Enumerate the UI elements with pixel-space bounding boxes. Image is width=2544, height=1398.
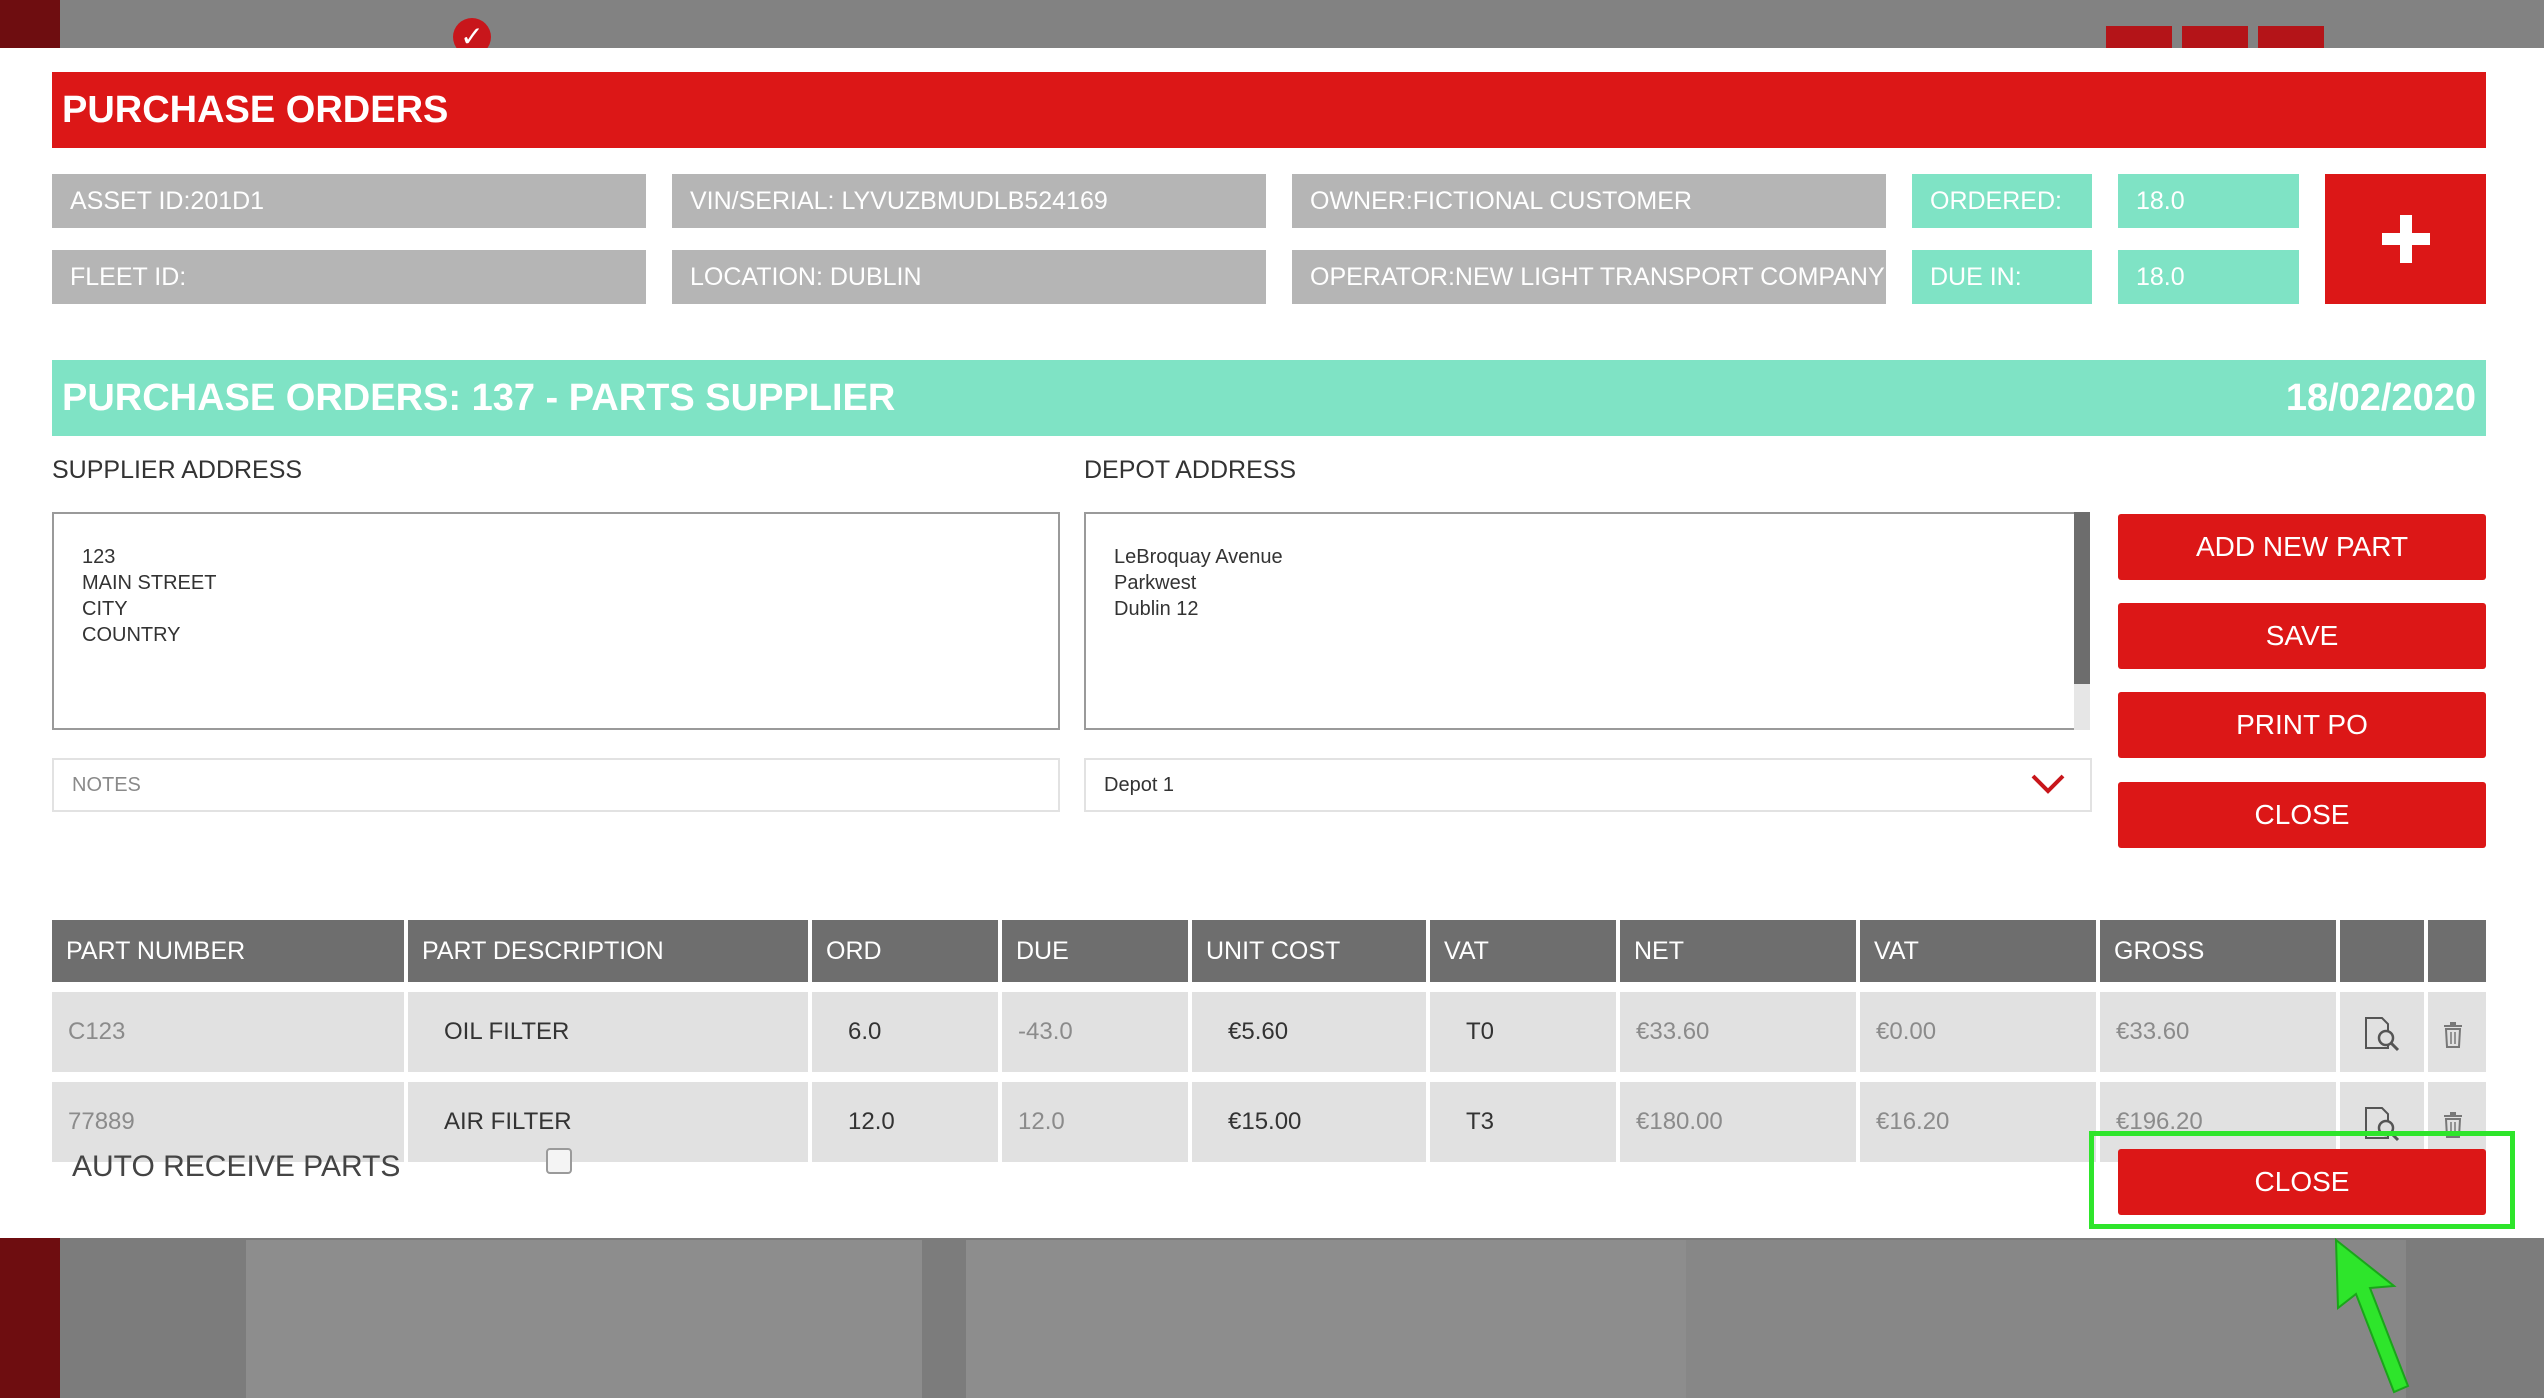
background-panel bbox=[1686, 1240, 2406, 1398]
background-panel bbox=[246, 1240, 922, 1398]
background-panel bbox=[966, 1240, 1686, 1398]
add-new-part-button[interactable]: ADD NEW PART bbox=[2118, 514, 2486, 580]
address-line: MAIN STREET bbox=[82, 572, 217, 594]
auto-receive-label: AUTO RECEIVE PARTS bbox=[72, 1150, 401, 1183]
modal-title: PURCHASE ORDERS bbox=[52, 72, 2486, 148]
trash-icon bbox=[2444, 1022, 2462, 1048]
close-bottom-button[interactable]: CLOSE bbox=[2118, 1149, 2486, 1215]
address-line: LeBroquay Avenue bbox=[1114, 546, 1283, 568]
depot-select[interactable]: Depot 1 bbox=[1084, 758, 2092, 812]
cell-vat: €0.00 bbox=[1860, 992, 2096, 1072]
header-ord: ORD bbox=[812, 920, 998, 982]
vin-field: VIN/SERIAL: LYVUZBMUDLB524169 bbox=[672, 174, 1266, 228]
arrow-pointer-icon bbox=[2334, 1237, 2410, 1394]
po-title: PURCHASE ORDERS: 137 - PARTS SUPPLIER bbox=[62, 377, 896, 419]
cell-vat-code[interactable]: T3 bbox=[1430, 1082, 1616, 1162]
save-button[interactable]: SAVE bbox=[2118, 603, 2486, 669]
cell-unit-cost[interactable]: €15.00 bbox=[1192, 1082, 1426, 1162]
purchase-orders-modal: PURCHASE ORDERS ASSET ID:201D1 VIN/SERIA… bbox=[0, 48, 2544, 1238]
header-part-number: PART NUMBER bbox=[52, 920, 404, 982]
header-due: DUE bbox=[1002, 920, 1188, 982]
cell-description[interactable]: AIR FILTER bbox=[408, 1082, 808, 1162]
header-net: NET bbox=[1620, 920, 1856, 982]
header-vat: VAT bbox=[1860, 920, 2096, 982]
cell-vat-code[interactable]: T0 bbox=[1430, 992, 1616, 1072]
auto-receive-checkbox[interactable] bbox=[546, 1148, 572, 1174]
depot-address-label: DEPOT ADDRESS bbox=[1084, 456, 1297, 484]
view-part-button[interactable] bbox=[2340, 992, 2424, 1072]
depot-address-box[interactable]: LeBroquay Avenue Parkwest Dublin 12 bbox=[1084, 512, 2090, 730]
cell-description[interactable]: OIL FILTER bbox=[408, 992, 808, 1072]
supplier-address-box[interactable]: 123 MAIN STREET CITY COUNTRY bbox=[52, 512, 1060, 730]
header-view bbox=[2340, 920, 2424, 982]
notes-input[interactable] bbox=[52, 758, 1060, 812]
location-field: LOCATION: DUBLIN bbox=[672, 250, 1266, 304]
ordered-value: 18.0 bbox=[2118, 174, 2299, 228]
fleet-id-field: FLEET ID: bbox=[52, 250, 646, 304]
cell-due: -43.0 bbox=[1002, 992, 1188, 1072]
cell-due: 12.0 bbox=[1002, 1082, 1188, 1162]
chevron-down-icon bbox=[2031, 774, 2065, 794]
cell-part-number[interactable]: C123 bbox=[52, 992, 404, 1072]
purchase-order-header: PURCHASE ORDERS: 137 - PARTS SUPPLIER 18… bbox=[52, 360, 2486, 436]
cell-vat: €16.20 bbox=[1860, 1082, 2096, 1162]
close-button[interactable]: CLOSE bbox=[2118, 782, 2486, 848]
due-in-label: DUE IN: bbox=[1912, 250, 2092, 304]
address-line: CITY bbox=[82, 598, 128, 620]
view-icon bbox=[2365, 1107, 2400, 1142]
depot-address-scrollbar[interactable] bbox=[2074, 512, 2090, 730]
header-vat-code: VAT bbox=[1430, 920, 1616, 982]
trash-icon bbox=[2444, 1112, 2462, 1138]
ordered-label: ORDERED: bbox=[1912, 174, 2092, 228]
header-part-description: PART DESCRIPTION bbox=[408, 920, 808, 982]
supplier-address-label: SUPPLIER ADDRESS bbox=[52, 456, 303, 484]
cell-net: €33.60 bbox=[1620, 992, 1856, 1072]
header-gross: GROSS bbox=[2100, 920, 2336, 982]
cell-ord[interactable]: 6.0 bbox=[812, 992, 998, 1072]
depot-select-value: Depot 1 bbox=[1104, 774, 1175, 796]
owner-field: OWNER:FICTIONAL CUSTOMER bbox=[1292, 174, 1886, 228]
cell-unit-cost[interactable]: €5.60 bbox=[1192, 992, 1426, 1072]
view-icon bbox=[2365, 1017, 2400, 1052]
address-line: COUNTRY bbox=[82, 624, 181, 646]
cell-gross: €33.60 bbox=[2100, 992, 2336, 1072]
cell-net: €180.00 bbox=[1620, 1082, 1856, 1162]
due-in-value: 18.0 bbox=[2118, 250, 2299, 304]
po-date: 18/02/2020 bbox=[2285, 377, 2476, 419]
operator-field: OPERATOR:NEW LIGHT TRANSPORT COMPANY bbox=[1292, 250, 1886, 304]
asset-id-field: ASSET ID:201D1 bbox=[52, 174, 646, 228]
address-line: Parkwest bbox=[1114, 572, 1197, 594]
header-delete bbox=[2428, 920, 2486, 982]
add-purchase-order-button[interactable] bbox=[2325, 174, 2486, 304]
cell-ord[interactable]: 12.0 bbox=[812, 1082, 998, 1162]
print-po-button[interactable]: PRINT PO bbox=[2118, 692, 2486, 758]
delete-part-button[interactable] bbox=[2428, 992, 2486, 1072]
header-unit-cost: UNIT COST bbox=[1192, 920, 1426, 982]
address-line: Dublin 12 bbox=[1114, 598, 1199, 620]
address-line: 123 bbox=[82, 546, 116, 568]
